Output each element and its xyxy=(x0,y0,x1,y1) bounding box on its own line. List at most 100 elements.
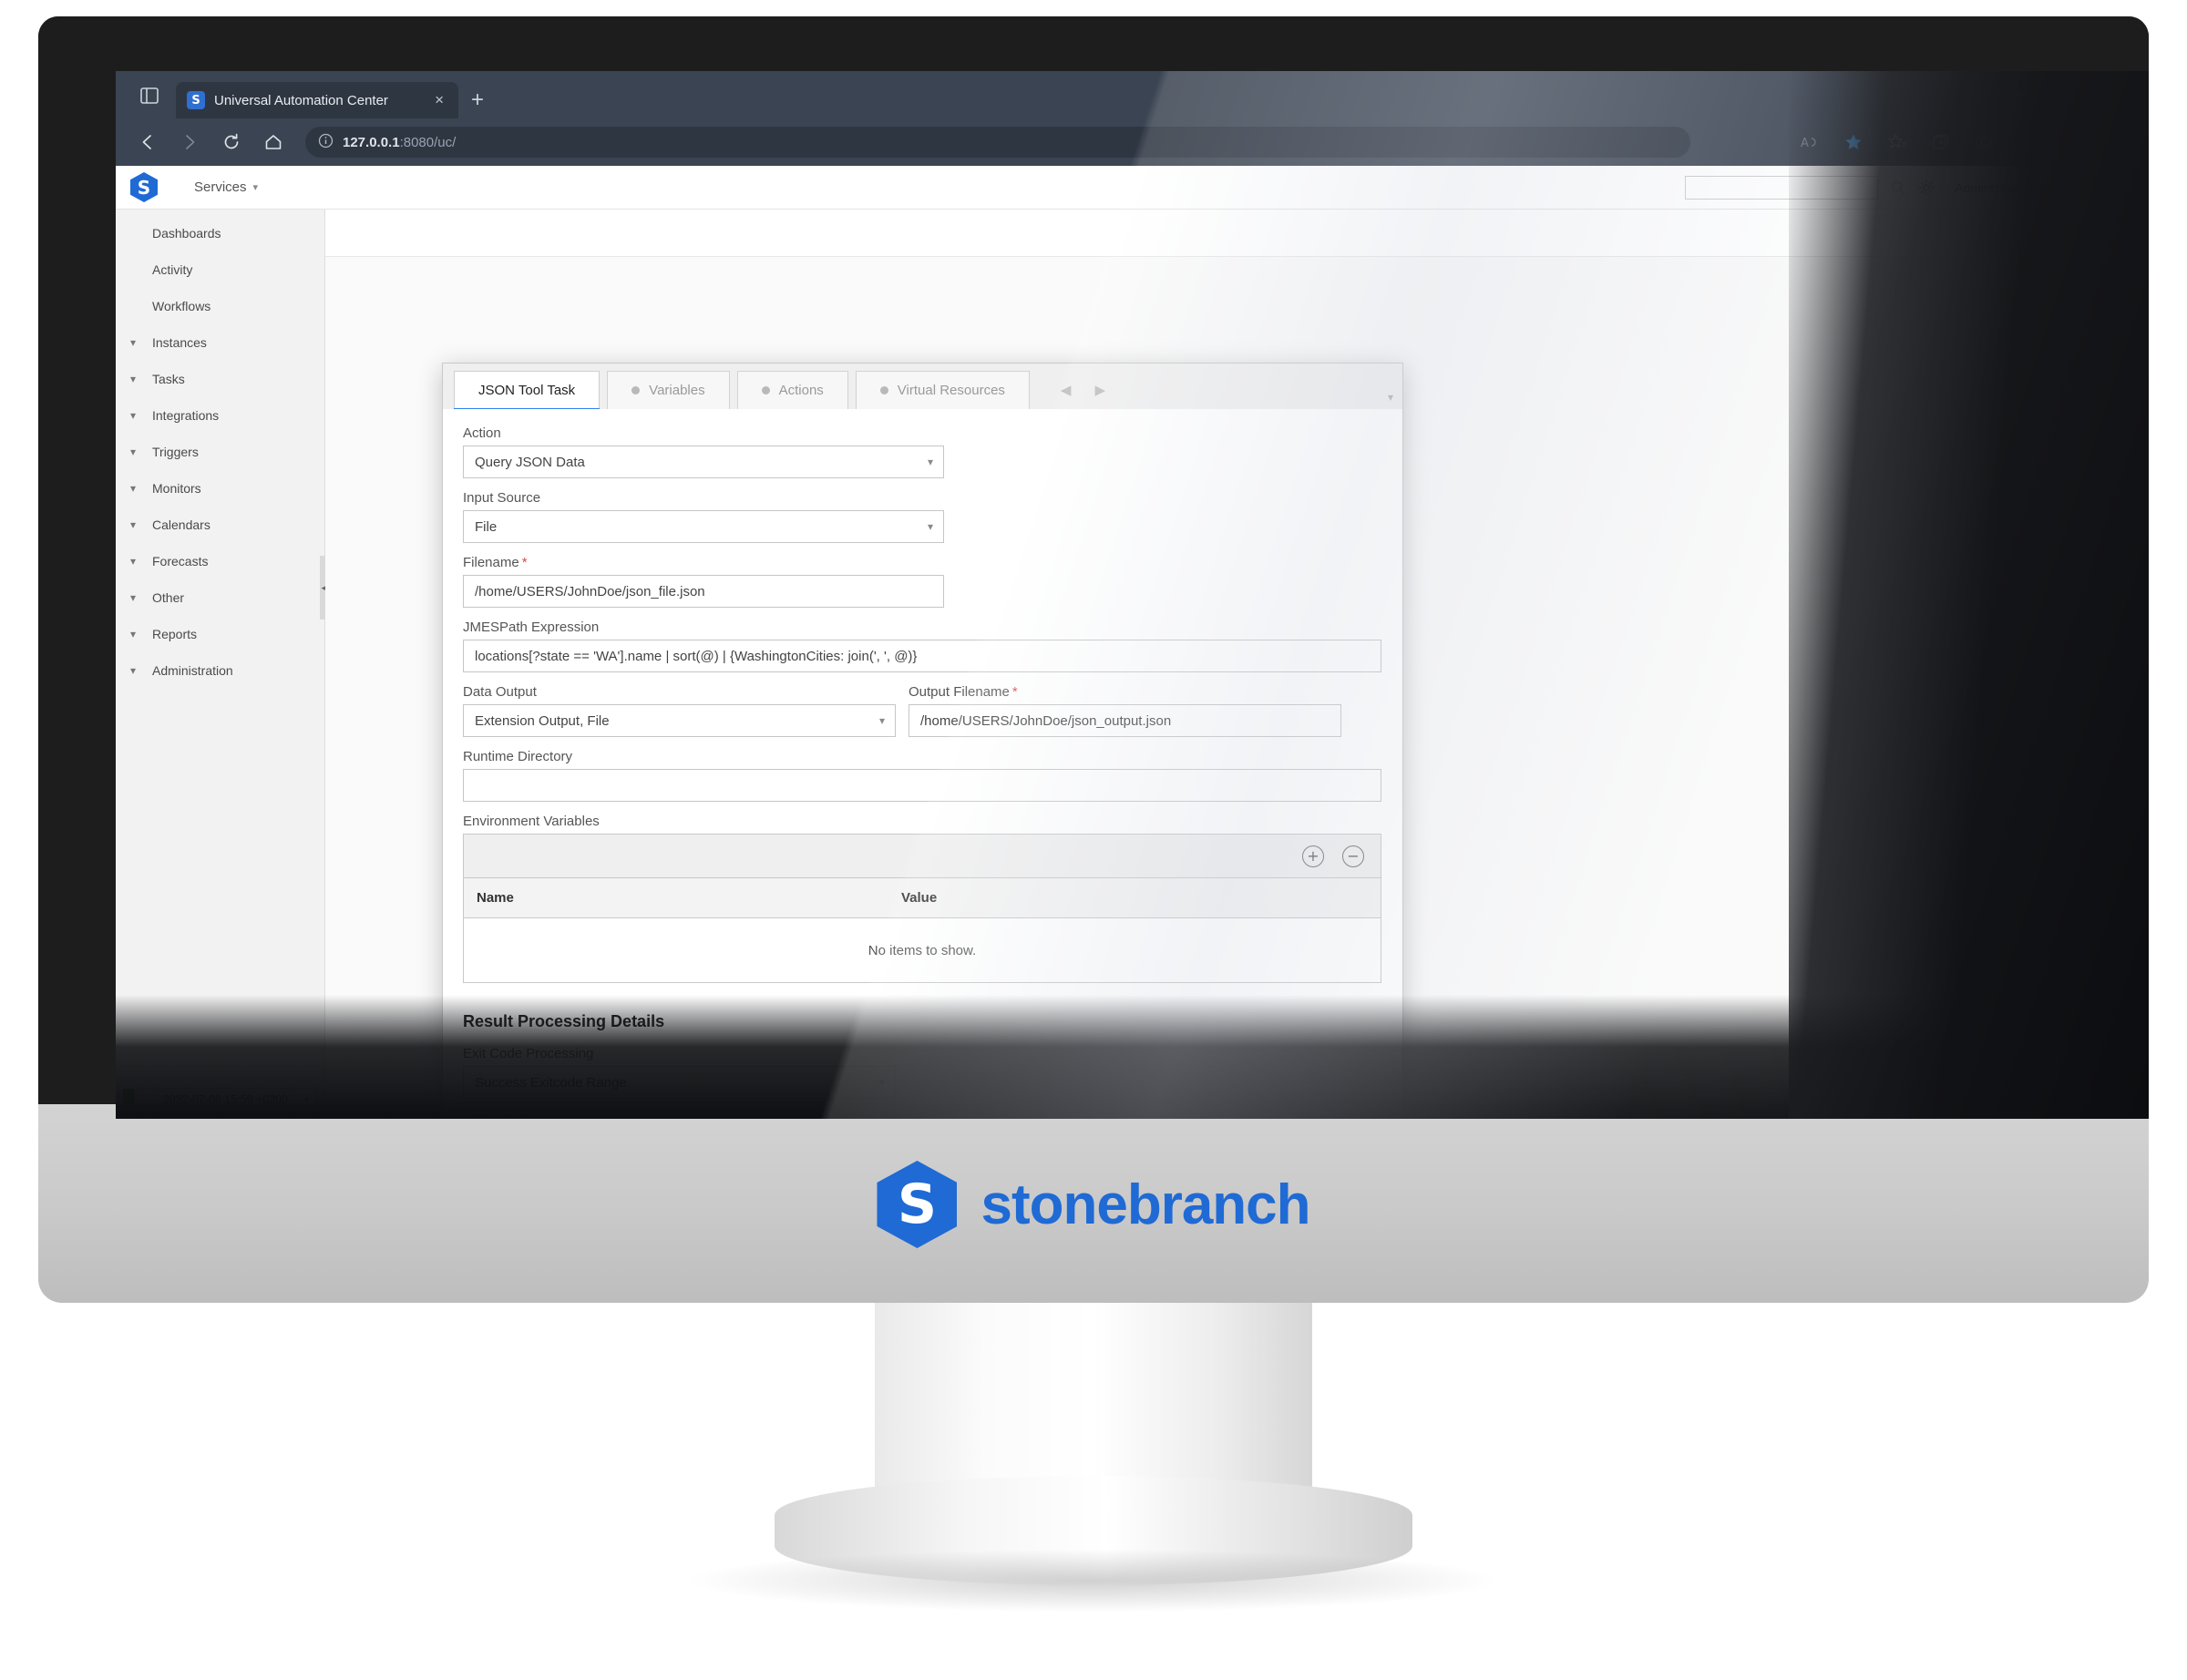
profile-avatar[interactable] xyxy=(2051,123,2093,161)
address-bar[interactable]: 127.0.0.1:8080/uc/ xyxy=(305,127,1690,158)
sidebar-item-forecasts[interactable]: ▾ Forecasts xyxy=(116,543,324,579)
content-toolbar-strip xyxy=(325,210,2149,257)
environment-variables-label: Environment Variables xyxy=(463,814,600,829)
tab-scroll-left-icon[interactable]: ◀ xyxy=(1061,382,1072,398)
tab-label: Virtual Resources xyxy=(897,383,1005,398)
tab-favicon: S xyxy=(187,91,205,109)
browser-window: S Universal Automation Center × + 127.0.… xyxy=(116,71,2149,1119)
chevron-down-icon: ▾ xyxy=(130,446,137,458)
filename-input[interactable]: /home/USERS/JohnDoe/json_file.json xyxy=(463,575,944,608)
field-data-output: Data Output Extension Output, File xyxy=(463,684,896,737)
favorite-star-icon[interactable] xyxy=(1833,123,1874,161)
panel-overflow-chevron-icon[interactable]: ▾ xyxy=(1388,391,1393,404)
back-icon[interactable] xyxy=(128,123,167,161)
jmespath-value: locations[?state == 'WA'].name | sort(@)… xyxy=(475,648,918,664)
tab-label: Variables xyxy=(649,383,705,398)
brand-name: stonebranch xyxy=(981,1173,1310,1236)
monitor-screen: S Universal Automation Center × + 127.0.… xyxy=(116,71,2149,1119)
sidebar-item-instances[interactable]: ▾ Instances xyxy=(116,324,324,361)
screenshot-icon[interactable] xyxy=(1964,123,2006,161)
share-icon[interactable] xyxy=(2007,123,2049,161)
output-filename-label: Output Filename * xyxy=(909,684,1341,700)
sidebar-item-activity[interactable]: Activity xyxy=(116,251,324,288)
app-logo: S xyxy=(130,172,158,202)
sidebar-item-workflows[interactable]: Workflows xyxy=(116,288,324,324)
remove-row-icon[interactable]: − xyxy=(1342,845,1364,867)
favorites-list-icon[interactable] xyxy=(1876,123,1918,161)
filename-label: Filename * xyxy=(463,555,1382,570)
collections-icon[interactable] xyxy=(1920,123,1962,161)
window-controls xyxy=(1997,71,2149,118)
minimize-button[interactable] xyxy=(1997,71,2048,118)
sidebar-item-label: Administration xyxy=(152,663,233,678)
field-input-source: Input Source File xyxy=(463,490,1382,543)
chevron-down-icon: ▾ xyxy=(252,182,259,193)
avatar xyxy=(2059,129,2085,155)
browser-tab[interactable]: S Universal Automation Center × xyxy=(176,82,458,118)
field-exit-code-processing: Exit Code Processing Success Exitcode Ra… xyxy=(463,1046,1382,1099)
column-header-value: Value xyxy=(901,890,938,906)
tab-actions[interactable]: Actions xyxy=(736,371,848,409)
sidebar-item-calendars[interactable]: ▾ Calendars xyxy=(116,507,324,543)
action-select[interactable]: Query JSON Data xyxy=(463,446,944,478)
sidebar-item-label: Triggers xyxy=(152,445,199,459)
home-icon[interactable] xyxy=(254,123,293,161)
scene: S Universal Automation Center × + 127.0.… xyxy=(0,0,2187,1680)
runtime-directory-input[interactable] xyxy=(463,769,1381,802)
tab-actions-icon[interactable] xyxy=(128,77,170,114)
close-window-button[interactable] xyxy=(2099,71,2149,118)
exit-code-processing-select[interactable]: Success Exitcode Range xyxy=(463,1066,896,1099)
search-icon[interactable] xyxy=(1891,180,1905,195)
output-filename-input[interactable]: /home/USERS/JohnDoe/json_output.json xyxy=(909,704,1341,737)
sidebar-item-tasks[interactable]: ▾ Tasks xyxy=(116,361,324,397)
jmespath-input[interactable]: locations[?state == 'WA'].name | sort(@)… xyxy=(463,640,1381,672)
empty-message: No items to show. xyxy=(868,942,977,958)
data-output-select[interactable]: Extension Output, File xyxy=(463,704,896,737)
required-marker: * xyxy=(531,1111,538,1119)
services-menu[interactable]: Services ▾ xyxy=(194,179,258,195)
sidebar-item-other[interactable]: ▾ Other xyxy=(116,579,324,616)
sidebar-item-reports[interactable]: ▾ Reports xyxy=(116,616,324,652)
user-menu[interactable]: Administrator ▾ xyxy=(1955,180,2040,195)
read-aloud-icon[interactable]: A xyxy=(1789,123,1831,161)
services-label: Services xyxy=(194,179,247,195)
input-source-select[interactable]: File xyxy=(463,510,944,543)
sidebar-item-administration[interactable]: ▾ Administration xyxy=(116,652,324,689)
add-row-icon[interactable]: + xyxy=(1302,845,1324,867)
chevron-down-icon: ▾ xyxy=(130,373,137,385)
new-tab-icon[interactable]: + xyxy=(471,87,484,113)
gear-icon[interactable] xyxy=(1918,179,1935,196)
sidebar-item-dashboards[interactable]: Dashboards xyxy=(116,215,324,251)
panel-form: Action Query JSON Data Input Source File xyxy=(443,409,1402,1119)
filename-value: /home/USERS/JohnDoe/json_file.json xyxy=(475,583,705,599)
field-exit-codes: Exit Codes* 0 xyxy=(463,1111,1382,1119)
column-header-name: Name xyxy=(477,890,514,906)
sidebar-item-monitors[interactable]: ▾ Monitors xyxy=(116,470,324,507)
sidebar-item-label: Dashboards xyxy=(152,226,221,241)
tab-variables[interactable]: Variables xyxy=(607,371,730,409)
action-label: Action xyxy=(463,425,501,441)
browser-settings-icon[interactable] xyxy=(2095,123,2137,161)
bell-icon[interactable] xyxy=(2082,179,2099,196)
site-info-icon[interactable] xyxy=(318,133,334,151)
panel-tab-bar: JSON Tool Task Variables Actions Virtual… xyxy=(443,364,1402,411)
tab-json-tool-task[interactable]: JSON Tool Task xyxy=(454,371,601,411)
help-icon[interactable] xyxy=(2111,179,2128,196)
reload-icon[interactable] xyxy=(212,123,251,161)
url-text: 127.0.0.1:8080/uc/ xyxy=(343,135,456,150)
search-input[interactable] xyxy=(1685,175,1878,200)
forward-icon[interactable] xyxy=(170,123,209,161)
brand-logo: S stonebranch xyxy=(38,1161,2149,1248)
chevron-down-icon: ▾ xyxy=(130,518,137,531)
tab-scroll-right-icon[interactable]: ▶ xyxy=(1094,382,1105,398)
sidebar-item-triggers[interactable]: ▾ Triggers xyxy=(116,434,324,470)
sidebar-item-integrations[interactable]: ▾ Integrations xyxy=(116,397,324,434)
maximize-button[interactable] xyxy=(2048,71,2099,118)
home-icon[interactable] xyxy=(2053,179,2069,196)
close-tab-icon[interactable]: × xyxy=(431,91,447,109)
chevron-down-icon: ▾ xyxy=(303,1094,309,1105)
sidebar-item-label: Integrations xyxy=(152,408,220,423)
tab-virtual-resources[interactable]: Virtual Resources xyxy=(855,371,1030,409)
env-vars-table-header: Name Value xyxy=(463,877,1381,917)
sidebar-item-label: Tasks xyxy=(152,372,185,386)
